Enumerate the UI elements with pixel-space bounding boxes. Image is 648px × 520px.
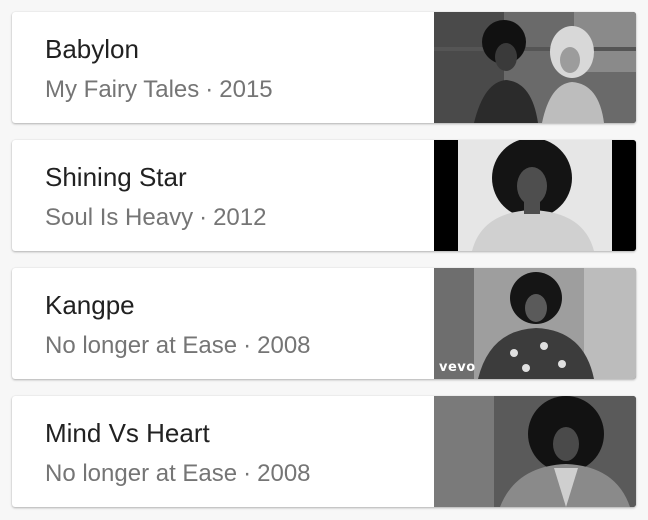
track-card[interactable]: Shining Star Soul Is Heavy · 2012 xyxy=(12,140,636,251)
track-card[interactable]: Kangpe No longer at Ease · 2008 vevo xyxy=(12,268,636,379)
vevo-watermark: vevo xyxy=(439,360,476,375)
portrait-photo xyxy=(434,396,636,507)
track-text: Babylon My Fairy Tales · 2015 xyxy=(45,12,425,123)
track-list: Babylon My Fairy Tales · 2015 Shining Star… xyxy=(0,0,648,520)
track-title: Shining Star xyxy=(45,162,187,192)
track-thumbnail[interactable] xyxy=(434,140,636,251)
album-name: No longer at Ease xyxy=(45,332,238,359)
two-people-photo xyxy=(434,12,636,123)
track-meta: Soul Is Heavy · 2012 xyxy=(45,204,266,232)
separator-dot: · xyxy=(205,76,214,103)
track-meta: No longer at Ease · 2008 xyxy=(45,332,311,360)
release-year: 2015 xyxy=(219,76,273,103)
release-year: 2008 xyxy=(257,460,311,487)
album-name: My Fairy Tales xyxy=(45,76,200,103)
track-card[interactable]: Mind Vs Heart No longer at Ease · 2008 xyxy=(12,396,636,507)
track-meta: My Fairy Tales · 2015 xyxy=(45,76,273,104)
track-thumbnail[interactable] xyxy=(434,12,636,123)
track-meta: No longer at Ease · 2008 xyxy=(45,460,311,488)
track-card[interactable]: Babylon My Fairy Tales · 2015 xyxy=(12,12,636,123)
separator-dot: · xyxy=(243,460,252,487)
track-text: Shining Star Soul Is Heavy · 2012 xyxy=(45,140,425,251)
release-year: 2008 xyxy=(257,332,311,359)
track-title: Kangpe xyxy=(45,290,135,320)
separator-dot: · xyxy=(199,204,208,231)
portrait-afro-photo xyxy=(434,140,636,251)
album-name: Soul Is Heavy xyxy=(45,204,194,231)
album-name: No longer at Ease xyxy=(45,460,238,487)
track-thumbnail[interactable] xyxy=(434,396,636,507)
separator-dot: · xyxy=(243,332,252,359)
track-text: Mind Vs Heart No longer at Ease · 2008 xyxy=(45,396,425,507)
track-title: Mind Vs Heart xyxy=(45,418,210,448)
track-text: Kangpe No longer at Ease · 2008 xyxy=(45,268,425,379)
release-year: 2012 xyxy=(213,204,267,231)
track-title: Babylon xyxy=(45,34,139,64)
track-thumbnail[interactable]: vevo xyxy=(434,268,636,379)
